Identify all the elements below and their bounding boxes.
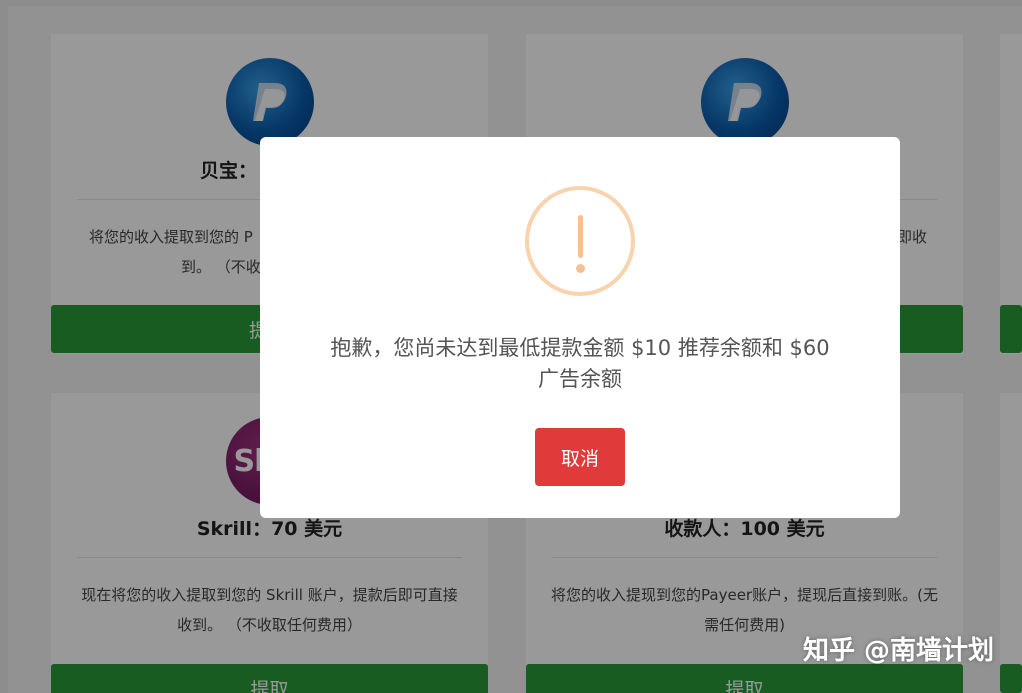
- warning-icon: [525, 186, 635, 296]
- warning-icon-bar: [578, 215, 583, 258]
- cancel-button[interactable]: 取消: [535, 428, 625, 486]
- warning-icon-dot: [576, 264, 585, 273]
- alert-dialog: 抱歉，您尚未达到最低提款金额 $10 推荐余额和 $60 广告余额 取消: [260, 137, 900, 518]
- watermark: 知乎 @南墙计划: [802, 636, 994, 666]
- alert-message: 抱歉，您尚未达到最低提款金额 $10 推荐余额和 $60 广告余额: [330, 336, 830, 391]
